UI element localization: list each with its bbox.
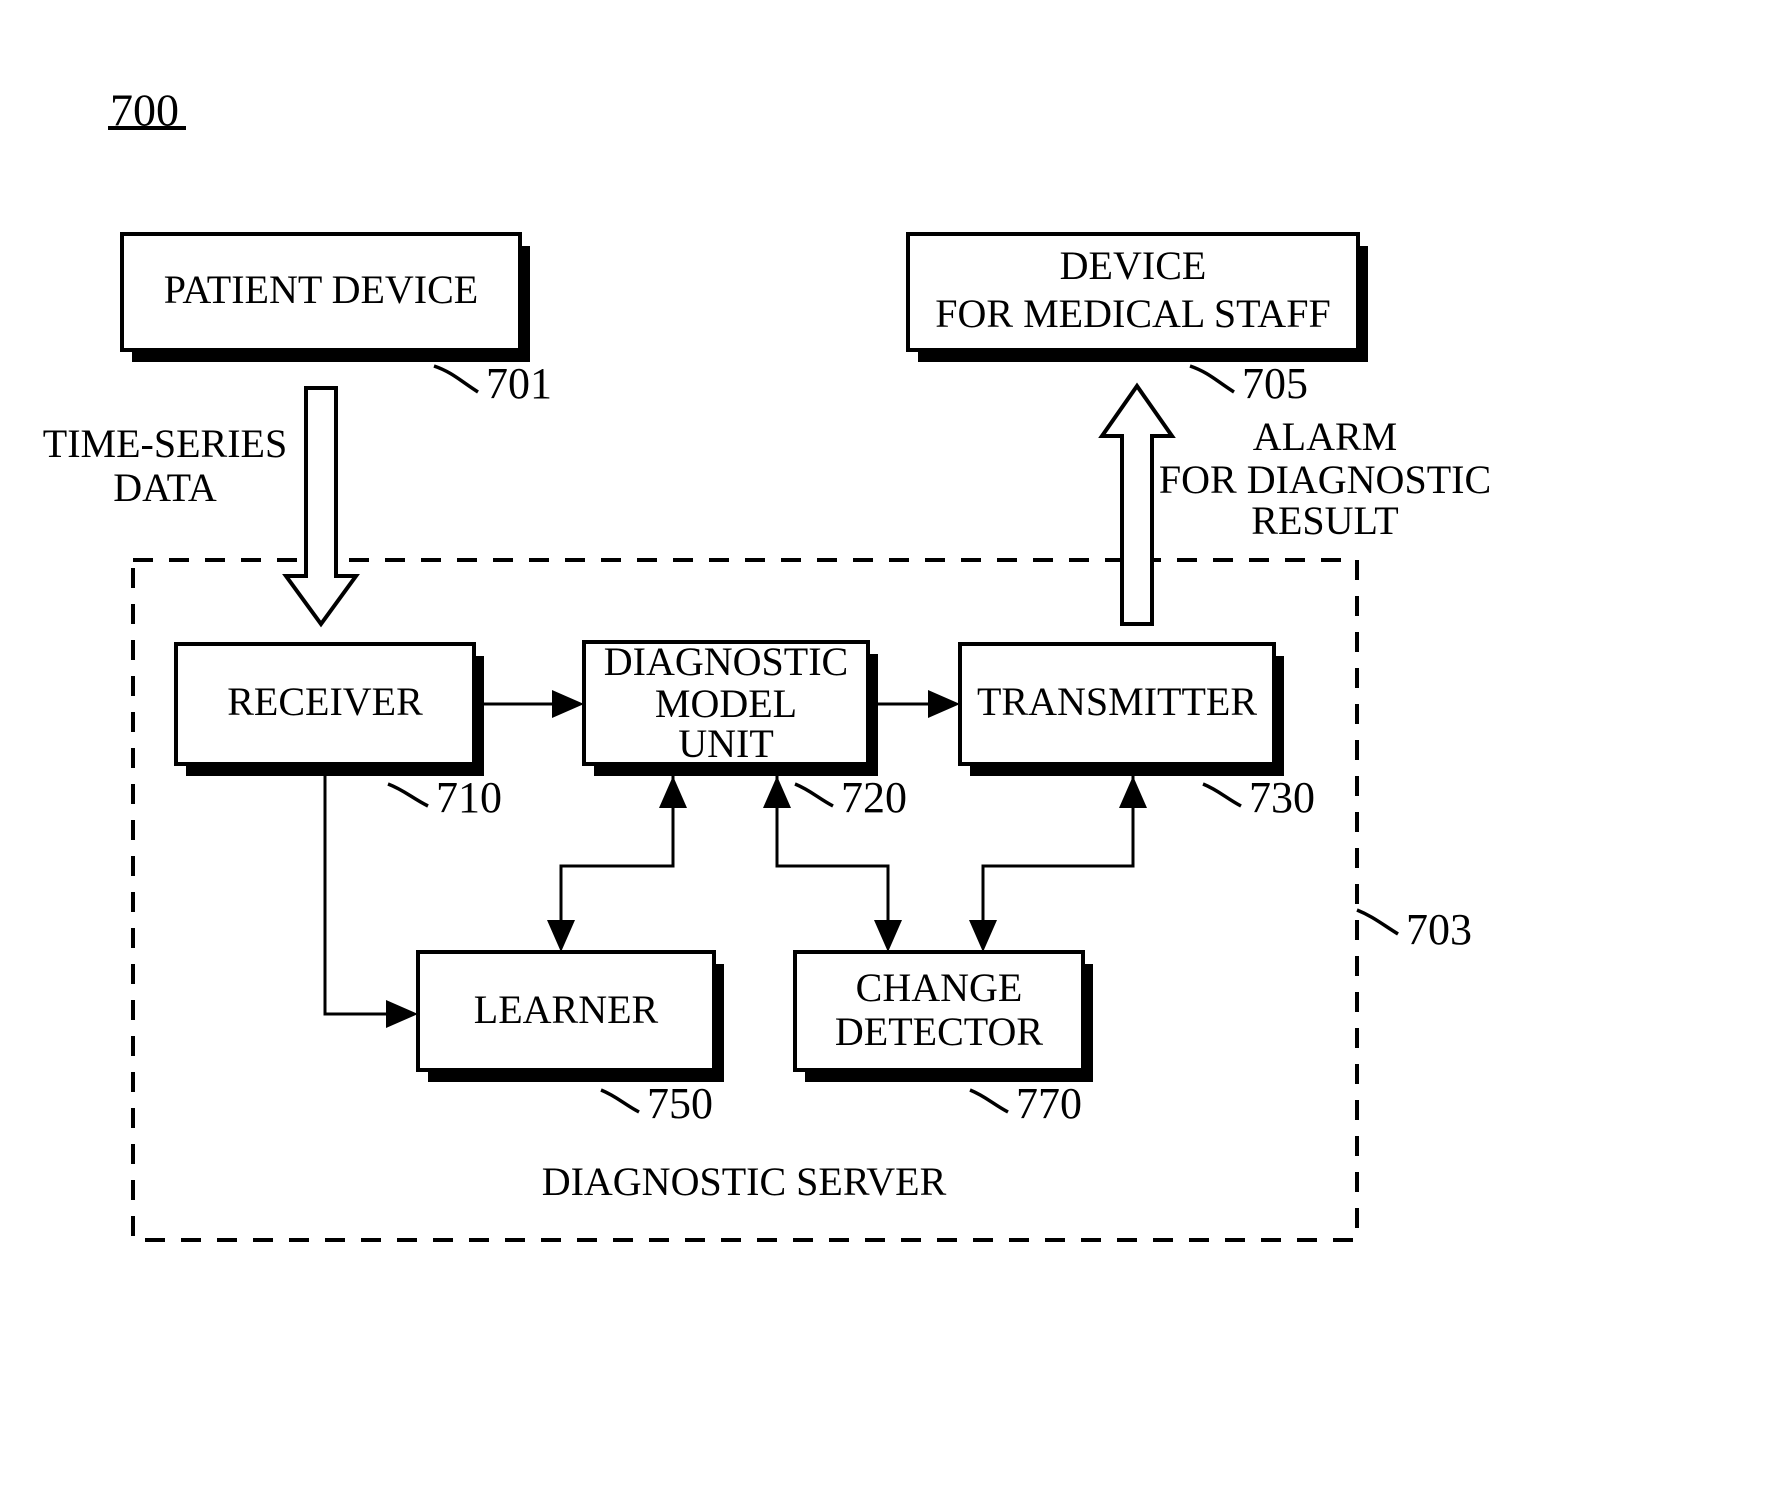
- alarm-label-line2: FOR DIAGNOSTIC: [1159, 457, 1491, 502]
- diagnostic-server-label: DIAGNOSTIC SERVER: [542, 1159, 947, 1204]
- learner-to-model-line: [559, 776, 675, 932]
- leader-720: [794, 782, 834, 808]
- diagnostic-model-unit-label-line3: UNIT: [678, 721, 774, 766]
- transmitter-changedetector-line: [981, 776, 1135, 932]
- device-medical-staff-label-line2: FOR MEDICAL STAFF: [935, 291, 1330, 336]
- leader-770: [969, 1088, 1009, 1114]
- leader-750: [600, 1088, 640, 1114]
- leader-705: [1189, 364, 1235, 394]
- patent-figure-700: 700 PATIENT DEVICE DEVICE FOR MEDICAL ST…: [0, 0, 1770, 1508]
- ref-750: 750: [647, 1079, 713, 1128]
- alarm-label-line3: RESULT: [1251, 498, 1398, 543]
- patient-device-label: PATIENT DEVICE: [164, 267, 478, 312]
- leader-701: [433, 364, 479, 394]
- changedetector-to-transmitter-arrowhead-up: [1119, 776, 1147, 808]
- time-series-block-arrow: [282, 386, 360, 628]
- receiver-to-learner-line: [323, 776, 396, 1016]
- diagnostic-model-unit-label-line2: MODEL: [655, 681, 797, 726]
- model-to-changedetector-arrowhead-down: [874, 920, 902, 952]
- learner-to-model-arrowhead-up: [659, 776, 687, 808]
- model-to-learner-arrowhead-down: [547, 920, 575, 952]
- ref-710: 710: [436, 773, 502, 822]
- alarm-block-arrow: [1098, 382, 1176, 626]
- alarm-label-line1: ALARM: [1253, 414, 1397, 459]
- time-series-label-line2: DATA: [113, 465, 217, 510]
- ref-701: 701: [486, 359, 552, 408]
- ref-705: 705: [1242, 359, 1308, 408]
- diagnostic-model-unit-label-line1: DIAGNOSTIC: [604, 639, 848, 684]
- change-detector-label-line2: DETECTOR: [835, 1009, 1043, 1054]
- transmitter-to-changedetector-arrowhead-down: [969, 920, 997, 952]
- changedetector-to-model-arrowhead-up: [763, 776, 791, 808]
- receiver-to-learner-arrowhead: [386, 1000, 418, 1028]
- device-medical-staff-label-line1: DEVICE: [1060, 243, 1207, 288]
- receiver-to-model-arrowhead: [552, 690, 584, 718]
- leader-703: [1356, 908, 1399, 936]
- leader-730: [1202, 782, 1242, 808]
- change-detector-label-line1: CHANGE: [856, 965, 1023, 1010]
- time-series-label-line1: TIME-SERIES: [43, 421, 287, 466]
- model-to-transmitter-arrowhead: [928, 690, 960, 718]
- ref-730: 730: [1249, 773, 1315, 822]
- learner-label: LEARNER: [474, 987, 659, 1032]
- receiver-label: RECEIVER: [227, 679, 423, 724]
- diagram-canvas: 700 PATIENT DEVICE DEVICE FOR MEDICAL ST…: [43, 85, 1491, 1242]
- ref-720: 720: [841, 773, 907, 822]
- leader-710: [387, 782, 429, 808]
- transmitter-label: TRANSMITTER: [977, 679, 1257, 724]
- ref-770: 770: [1016, 1079, 1082, 1128]
- ref-703: 703: [1406, 905, 1472, 954]
